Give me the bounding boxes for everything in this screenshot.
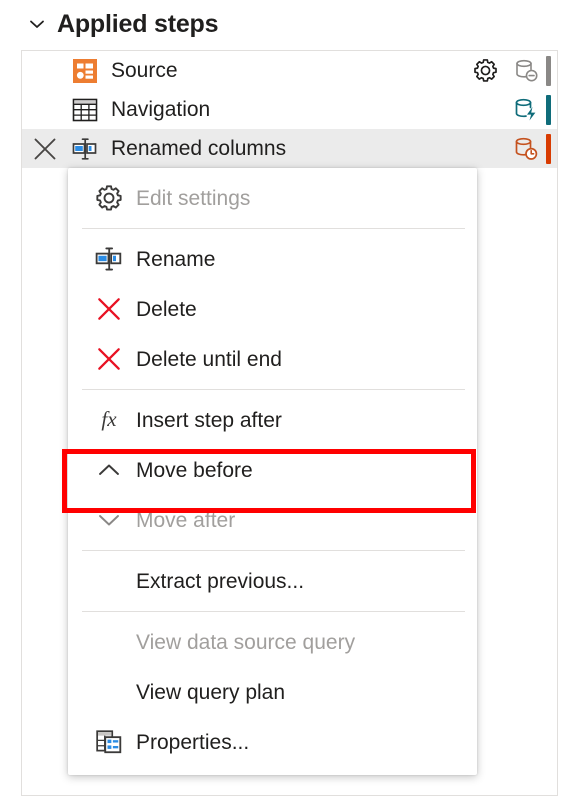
menu-item-extract-previous[interactable]: Extract previous... (68, 556, 477, 606)
close-icon[interactable] (22, 129, 68, 168)
properties-icon (82, 728, 136, 756)
gear-icon-placeholder (464, 129, 506, 168)
applied-step-row-navigation[interactable]: Navigation (22, 90, 557, 129)
database-clock-icon (506, 129, 546, 168)
page-title: Applied steps (57, 9, 219, 38)
menu-item-label: Delete (136, 297, 197, 321)
applied-step-label: Renamed columns (111, 137, 287, 160)
step-status-bar (546, 55, 551, 86)
menu-item-insert-step-after[interactable]: fx Insert step after (68, 395, 477, 445)
applied-step-label: Source (111, 59, 178, 82)
applied-step-context-menu: Edit settings Rename Delete Delete until… (68, 168, 477, 775)
chevron-up-icon (82, 455, 136, 485)
menu-item-delete-until-end[interactable]: Delete until end (68, 334, 477, 384)
menu-item-label: View data source query (136, 630, 356, 654)
source-table-icon (68, 51, 102, 90)
menu-item-label: Properties... (136, 730, 250, 754)
menu-item-move-after[interactable]: Move after (68, 495, 477, 545)
menu-item-label: View query plan (136, 680, 286, 704)
menu-item-label: Delete until end (136, 347, 282, 371)
fx-icon: fx (82, 405, 136, 435)
chevron-down-icon[interactable] (27, 14, 47, 34)
menu-item-move-before[interactable]: Move before (68, 445, 477, 495)
applied-step-label: Navigation (111, 98, 211, 121)
applied-step-row-renamed-columns[interactable]: Renamed columns (22, 129, 557, 168)
menu-item-properties[interactable]: Properties... (68, 717, 477, 767)
chevron-down-icon (82, 505, 136, 535)
step-close-placeholder (22, 90, 68, 129)
menu-item-label: Insert step after (136, 408, 282, 432)
menu-item-view-query-plan[interactable]: View query plan (68, 667, 477, 717)
menu-separator (82, 389, 465, 390)
menu-item-label: Move after (136, 508, 236, 532)
applied-step-row-source[interactable]: Source (22, 51, 557, 90)
menu-item-label: Rename (136, 247, 216, 271)
delete-x-icon (82, 295, 136, 323)
delete-x-icon (82, 345, 136, 373)
step-close-placeholder (22, 51, 68, 90)
menu-item-view-data-source-query[interactable]: View data source query (68, 617, 477, 667)
menu-item-label: Extract previous... (136, 569, 305, 593)
menu-separator (82, 550, 465, 551)
menu-item-rename[interactable]: Rename (68, 234, 477, 284)
gear-icon (82, 183, 136, 213)
step-status-bar (546, 94, 551, 125)
menu-separator (82, 611, 465, 612)
rename-icon (82, 245, 136, 273)
menu-separator (82, 228, 465, 229)
gear-icon[interactable] (464, 51, 506, 90)
database-minus-icon (506, 51, 546, 90)
database-lightning-icon (506, 90, 546, 129)
table-grid-icon (68, 90, 102, 129)
svg-text:fx: fx (101, 407, 117, 431)
step-status-bar (546, 133, 551, 164)
rename-columns-icon (68, 129, 102, 168)
menu-item-delete[interactable]: Delete (68, 284, 477, 334)
gear-icon-placeholder (464, 90, 506, 129)
menu-item-label: Edit settings (136, 186, 251, 210)
menu-item-label: Move before (136, 458, 253, 482)
applied-steps-section-header[interactable]: Applied steps (0, 0, 581, 48)
menu-item-edit-settings[interactable]: Edit settings (68, 173, 477, 223)
